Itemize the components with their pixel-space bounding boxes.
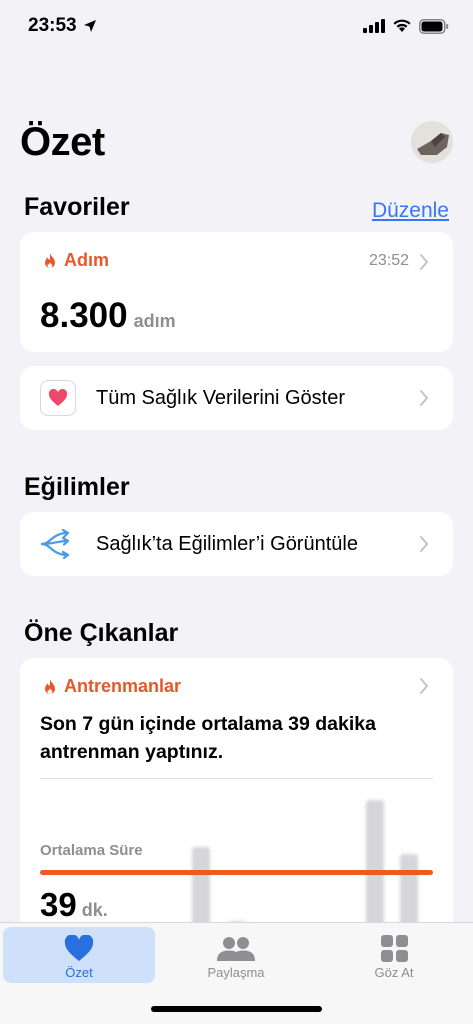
view-trends-label: Sağlık’ta Eğilimler’i Görüntüle <box>96 532 358 555</box>
flame-icon <box>45 678 55 694</box>
steps-card-header: Adım <box>42 250 109 271</box>
favorites-section-title: Favoriler <box>24 193 130 221</box>
all-health-data-row[interactable]: Tüm Sağlık Verilerini Göster <box>20 366 453 430</box>
chevron-right-icon <box>420 678 428 694</box>
average-unit: dk. <box>81 900 108 920</box>
all-health-data-label: Tüm Sağlık Verilerini Göster <box>96 386 345 409</box>
edit-button[interactable]: Düzenle <box>372 199 449 223</box>
workouts-card-header: Antrenmanlar <box>42 676 181 697</box>
chevron-right-icon <box>420 254 428 270</box>
chart-bar <box>366 800 384 938</box>
health-app-icon <box>40 380 76 416</box>
tab-sharing-label: Paylaşma <box>207 965 265 980</box>
chevron-right-icon <box>420 536 428 552</box>
avatar[interactable] <box>411 121 453 163</box>
status-icons <box>363 18 449 34</box>
heart-icon <box>64 935 94 961</box>
status-time-text: 23:53 <box>28 15 77 36</box>
tab-browse[interactable]: Göz At <box>318 927 470 983</box>
header: Özet <box>20 112 453 172</box>
steps-card[interactable]: Adım 23:52 8.300 adım <box>20 232 453 352</box>
battery-icon <box>419 18 449 34</box>
steps-value: 8.300 <box>40 296 128 335</box>
workouts-card-title: Antrenmanlar <box>64 676 182 696</box>
steps-card-time: 23:52 <box>368 252 409 269</box>
highlights-section-title: Öne Çıkanlar <box>24 619 179 647</box>
status-time: 23:53 <box>28 15 97 37</box>
tab-summary-label: Özet <box>65 965 93 980</box>
tab-summary[interactable]: Özet <box>3 927 155 983</box>
flame-icon <box>45 252 55 268</box>
page-title: Özet <box>20 119 105 164</box>
average-line <box>40 870 433 875</box>
trends-section-title: Eğilimler <box>24 473 130 501</box>
wifi-icon <box>393 19 411 32</box>
grid-icon <box>380 935 408 962</box>
steps-card-title: Adım <box>64 250 109 270</box>
heart-icon <box>48 389 68 406</box>
average-duration-label: Ortalama Süre <box>40 842 143 859</box>
tab-sharing[interactable]: Paylaşma <box>160 927 312 983</box>
location-arrow-icon <box>83 20 96 32</box>
avatar-image <box>411 121 453 163</box>
steps-unit: adım <box>133 311 176 331</box>
trends-icon <box>40 529 70 559</box>
status-bar: 23:53 <box>0 0 473 52</box>
home-indicator <box>151 1006 322 1012</box>
workouts-card[interactable]: Antrenmanlar Son 7 gün içinde ortalama 3… <box>20 658 453 938</box>
steps-value-row: 8.300 adım <box>40 296 176 336</box>
average-value: 39 <box>40 886 77 923</box>
tab-browse-label: Göz At <box>374 965 414 980</box>
chevron-right-icon <box>420 390 428 406</box>
cellular-signal-icon <box>363 19 385 33</box>
average-value-row: 39 dk. <box>40 886 108 924</box>
workouts-summary: Son 7 gün içinde ortalama 39 dakika antr… <box>40 713 376 763</box>
view-trends-row[interactable]: Sağlık’ta Eğilimler’i Görüntüle <box>20 512 453 576</box>
people-icon <box>217 937 255 961</box>
